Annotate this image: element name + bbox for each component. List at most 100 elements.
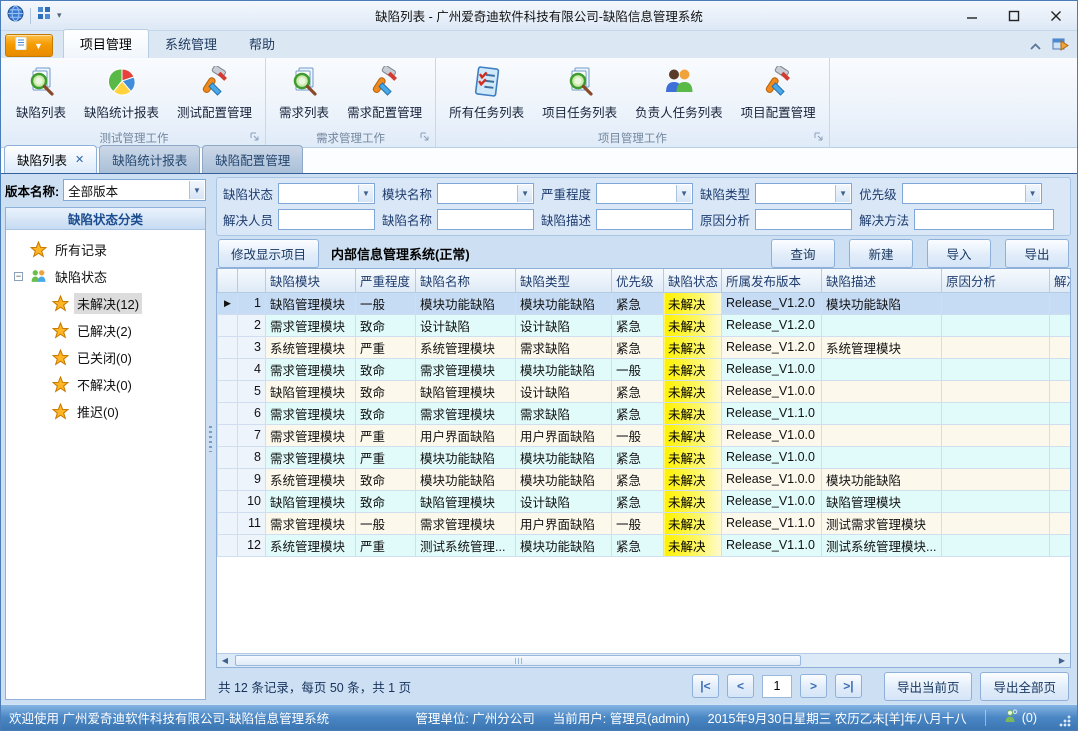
- tree-item-closed[interactable]: 已关闭(0): [8, 344, 203, 371]
- sidebar-splitter[interactable]: [206, 174, 214, 704]
- tree-item-resolved[interactable]: 已解决(2): [8, 317, 203, 344]
- doc-tab-defect-statistics-report[interactable]: 缺陷统计报表: [99, 145, 200, 173]
- defect-list-button[interactable]: 缺陷列表: [9, 61, 73, 123]
- combo-arrow-icon[interactable]: ▼: [676, 185, 691, 202]
- column-header[interactable]: 缺陷类型: [516, 269, 612, 292]
- scroll-right-icon[interactable]: ▶: [1054, 654, 1070, 667]
- page-number-input[interactable]: [762, 675, 792, 698]
- query-button[interactable]: 查询: [771, 239, 835, 268]
- table-row[interactable]: 9系统管理模块致命模块功能缺陷模块功能缺陷紧急未解决Release_V1.0.0…: [218, 468, 1071, 490]
- filter-defect-type-combobox[interactable]: ▼: [755, 183, 852, 204]
- scrollbar-thumb[interactable]: [235, 655, 801, 666]
- column-header[interactable]: 缺陷状态: [664, 269, 722, 292]
- filter-module-name-combobox[interactable]: ▼: [437, 183, 534, 204]
- ribbon-tab-system-management[interactable]: 系统管理: [149, 30, 233, 58]
- version-combobox[interactable]: 全部版本 ▼: [63, 179, 206, 201]
- filter-severity-combobox[interactable]: ▼: [596, 183, 693, 204]
- combo-arrow-icon[interactable]: ▼: [189, 181, 204, 199]
- filter-defect-name-input[interactable]: [437, 209, 534, 230]
- export-all-pages-button[interactable]: 导出全部页: [980, 672, 1069, 701]
- filter-defect-description-input[interactable]: [596, 209, 693, 230]
- dialog-launcher-icon[interactable]: [814, 132, 823, 144]
- doc-tab-defect-config-management[interactable]: 缺陷配置管理: [202, 145, 303, 173]
- help-window-icon[interactable]: [1052, 36, 1069, 57]
- filter-priority-combobox[interactable]: ▼: [902, 183, 1042, 204]
- dialog-launcher-icon[interactable]: [420, 132, 429, 144]
- horizontal-scrollbar[interactable]: ◀ ▶: [217, 653, 1070, 667]
- table-cell: 缺陷管理模块: [266, 292, 356, 314]
- project-config-management-button[interactable]: 项目配置管理: [734, 61, 823, 123]
- table-row[interactable]: 11需求管理模块一般需求管理模块用户界面缺陷一般未解决Release_V1.1.…: [218, 512, 1071, 534]
- table-row[interactable]: 2需求管理模块致命设计缺陷设计缺陷紧急未解决Release_V1.2.0: [218, 314, 1071, 336]
- combo-arrow-icon[interactable]: ▼: [358, 185, 373, 202]
- export-button[interactable]: 导出: [1005, 239, 1069, 268]
- table-cell: 需求缺陷: [516, 336, 612, 358]
- column-header[interactable]: 严重程度: [356, 269, 416, 292]
- filter-resolver-input[interactable]: [278, 209, 375, 230]
- table-row[interactable]: 5缺陷管理模块致命缺陷管理模块设计缺陷紧急未解决Release_V1.0.0: [218, 380, 1071, 402]
- close-button[interactable]: [1035, 2, 1077, 30]
- tree-item-postponed[interactable]: 推迟(0): [8, 398, 203, 425]
- prev-page-button[interactable]: <: [727, 674, 754, 698]
- table-row[interactable]: 8需求管理模块严重模块功能缺陷模块功能缺陷紧急未解决Release_V1.0.0: [218, 446, 1071, 468]
- ribbon-tab-help[interactable]: 帮助: [233, 30, 291, 58]
- next-page-button[interactable]: >: [800, 674, 827, 698]
- table-row[interactable]: 3系统管理模块严重系统管理模块需求缺陷紧急未解决Release_V1.2.0系统…: [218, 336, 1071, 358]
- resize-grip-icon[interactable]: [1059, 715, 1071, 727]
- defect-statistics-report-button[interactable]: 缺陷统计报表: [77, 61, 166, 123]
- filter-defect-status-combobox[interactable]: ▼: [278, 183, 375, 204]
- column-header[interactable]: 解决方法: [1050, 269, 1071, 292]
- tree-item-all-records[interactable]: 所有记录: [8, 236, 203, 263]
- filter-reason-analysis-input[interactable]: [755, 209, 852, 230]
- table-row[interactable]: ▶1缺陷管理模块一般模块功能缺陷模块功能缺陷紧急未解决Release_V1.2.…: [218, 292, 1071, 314]
- quick-access-grid-icon[interactable]: [37, 6, 51, 25]
- all-task-list-button[interactable]: 所有任务列表: [442, 61, 531, 123]
- combo-arrow-icon[interactable]: ▼: [835, 185, 850, 202]
- requirement-list-button[interactable]: 需求列表: [272, 61, 336, 123]
- test-config-management-button[interactable]: 测试配置管理: [170, 61, 259, 123]
- maximize-button[interactable]: [993, 2, 1035, 30]
- close-tab-icon[interactable]: ✕: [75, 153, 84, 166]
- table-row[interactable]: 12系统管理模块严重测试系统管理...模块功能缺陷紧急未解决Release_V1…: [218, 534, 1071, 556]
- table-row[interactable]: 6需求管理模块致命需求管理模块需求缺陷紧急未解决Release_V1.1.0: [218, 402, 1071, 424]
- defect-table: 缺陷模块严重程度缺陷名称缺陷类型优先级缺陷状态所属发布版本缺陷描述原因分析解决方…: [217, 269, 1070, 557]
- table-row[interactable]: 4需求管理模块致命需求管理模块模块功能缺陷一般未解决Release_V1.0.0: [218, 358, 1071, 380]
- filter-solution-input[interactable]: [914, 209, 1054, 230]
- ribbon-button-label: 负责人任务列表: [635, 102, 723, 121]
- tree-item-unresolved[interactable]: 未解决(12): [8, 290, 203, 317]
- scrollbar-track[interactable]: [233, 654, 1054, 667]
- export-current-page-button[interactable]: 导出当前页: [884, 672, 973, 701]
- tree-collapse-icon[interactable]: −: [14, 272, 23, 281]
- application-menu-button[interactable]: ▼: [5, 34, 53, 57]
- new-button[interactable]: 新建: [849, 239, 913, 268]
- column-header[interactable]: 缺陷名称: [416, 269, 516, 292]
- table-row[interactable]: 10缺陷管理模块致命缺陷管理模块设计缺陷紧急未解决Release_V1.0.0缺…: [218, 490, 1071, 512]
- column-header[interactable]: 原因分析: [942, 269, 1050, 292]
- tree-item-label: 已关闭(0): [74, 347, 135, 368]
- collapse-ribbon-icon[interactable]: [1029, 38, 1042, 56]
- minimize-button[interactable]: [951, 2, 993, 30]
- doc-tab-defect-list[interactable]: 缺陷列表✕: [4, 145, 97, 173]
- import-button[interactable]: 导入: [927, 239, 991, 268]
- combo-arrow-icon[interactable]: ▼: [1025, 185, 1040, 202]
- combo-arrow-icon[interactable]: ▼: [517, 185, 532, 202]
- table-cell: 测试需求管理模块: [822, 512, 942, 534]
- ribbon-tab-project-management[interactable]: 项目管理: [63, 29, 149, 58]
- scroll-left-icon[interactable]: ◀: [217, 654, 233, 667]
- last-page-button[interactable]: >|: [835, 674, 862, 698]
- column-header[interactable]: 优先级: [612, 269, 664, 292]
- quick-access-caret-icon[interactable]: ▾: [57, 10, 62, 21]
- tree-item-not-resolve[interactable]: 不解决(0): [8, 371, 203, 398]
- owner-task-list-button[interactable]: 负责人任务列表: [628, 61, 730, 123]
- project-task-list-button[interactable]: 项目任务列表: [535, 61, 624, 123]
- table-cell: 用户界面缺陷: [516, 512, 612, 534]
- requirement-config-management-button[interactable]: 需求配置管理: [340, 61, 429, 123]
- column-header[interactable]: 所属发布版本: [722, 269, 822, 292]
- column-header[interactable]: 缺陷描述: [822, 269, 942, 292]
- tree-item-defect-status[interactable]: −缺陷状态: [8, 263, 203, 290]
- dialog-launcher-icon[interactable]: [250, 132, 259, 144]
- column-header[interactable]: 缺陷模块: [266, 269, 356, 292]
- modify-display-items-button[interactable]: 修改显示项目: [218, 239, 319, 268]
- table-row[interactable]: 7需求管理模块严重用户界面缺陷用户界面缺陷一般未解决Release_V1.0.0: [218, 424, 1071, 446]
- first-page-button[interactable]: |<: [692, 674, 719, 698]
